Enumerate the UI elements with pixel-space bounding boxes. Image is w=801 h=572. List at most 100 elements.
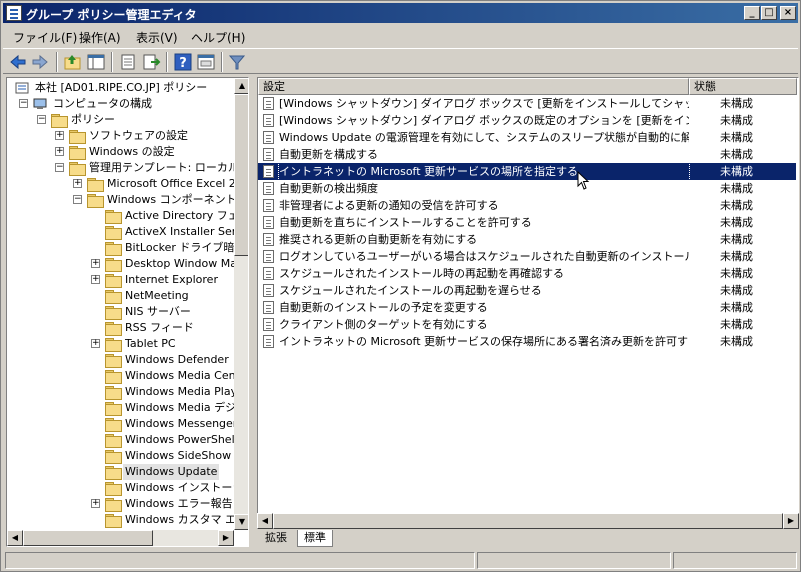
collapse-icon[interactable]: − xyxy=(73,195,82,204)
expand-icon[interactable]: + xyxy=(91,499,100,508)
list-horizontal-scrollbar[interactable]: ◀ ▶ xyxy=(257,513,799,529)
expand-icon[interactable]: + xyxy=(55,147,64,156)
tree-item[interactable]: NIS サーバー xyxy=(7,304,234,320)
tree-vertical-scrollbar[interactable]: ▲ ▼ xyxy=(234,78,248,530)
table-row[interactable]: スケジュールされたインストールの再起動を遅らせる 未構成 xyxy=(258,282,796,299)
table-row[interactable]: イントラネットの Microsoft 更新サービスの場所を指定する 未構成 xyxy=(258,162,796,181)
collapse-icon[interactable]: − xyxy=(19,99,28,108)
expand-icon[interactable]: + xyxy=(91,259,100,268)
tree-item[interactable]: Windows Messenger xyxy=(7,416,234,432)
expand-icon[interactable]: + xyxy=(91,275,100,284)
scroll-right-icon[interactable]: ▶ xyxy=(218,530,234,546)
table-row[interactable]: [Windows シャットダウン] ダイアログ ボックスで [更新をインストール… xyxy=(258,95,796,112)
scroll-up-icon[interactable]: ▲ xyxy=(234,78,248,94)
tree-view[interactable]: 本社 [AD01.RIPE.CO.JP] ポリシー − コンピュータの構成 − ポリシー… xyxy=(7,78,234,530)
tree-item[interactable]: − Windows コンポーネント xyxy=(7,192,234,208)
menu-file[interactable]: ファイル(F) xyxy=(13,29,77,46)
tree-item[interactable]: + ソフトウェアの設定 xyxy=(7,128,234,144)
setting-document-icon xyxy=(263,216,274,229)
filter-icon[interactable] xyxy=(227,52,247,72)
tree-item[interactable]: + Windows の設定 xyxy=(7,144,234,160)
tree-item[interactable]: Windows SideShow xyxy=(7,448,234,464)
tree-horizontal-scrollbar[interactable]: ◀ ▶ xyxy=(7,530,234,546)
tree-item[interactable]: + Tablet PC xyxy=(7,336,234,352)
tree-item[interactable]: 本社 [AD01.RIPE.CO.JP] ポリシー xyxy=(7,80,234,96)
tree-item[interactable]: − 管理用テンプレート: ローカル コ xyxy=(7,160,234,176)
settings-list-pane[interactable]: 設定 状態 [Windows シャットダウン] ダイアログ ボックスで [更新を… xyxy=(257,77,799,529)
menu-help[interactable]: ヘルプ(H) xyxy=(191,29,245,46)
table-row[interactable]: 推奨される更新の自動更新を有効にする 未構成 xyxy=(258,231,796,248)
column-header-setting[interactable]: 設定 xyxy=(258,78,689,95)
show-tree-icon[interactable] xyxy=(86,52,106,72)
scroll-thumb[interactable] xyxy=(273,513,783,529)
console-icon[interactable] xyxy=(196,52,216,72)
expand-icon[interactable]: + xyxy=(73,179,82,188)
help-icon[interactable]: ? xyxy=(173,52,193,72)
tree-item[interactable]: Windows インストーラ xyxy=(7,480,234,496)
table-row[interactable]: [Windows シャットダウン] ダイアログ ボックスの既定のオプションを [… xyxy=(258,112,796,129)
tree-item[interactable]: − ポリシー xyxy=(7,112,234,128)
expand-icon[interactable]: + xyxy=(91,339,100,348)
tree-pane[interactable]: 本社 [AD01.RIPE.CO.JP] ポリシー − コンピュータの構成 − ポリシー… xyxy=(6,77,249,547)
tree-item[interactable]: − コンピュータの構成 xyxy=(7,96,234,112)
scroll-thumb[interactable] xyxy=(23,530,153,546)
table-row[interactable]: 自動更新を直ちにインストールすることを許可する 未構成 xyxy=(258,214,796,231)
setting-state: 未構成 xyxy=(720,284,753,297)
tree-item[interactable]: Windows Media Playe xyxy=(7,384,234,400)
tree-item[interactable]: Windows PowerShell xyxy=(7,432,234,448)
tree-item[interactable]: + Windows エラー報告 xyxy=(7,496,234,512)
table-row[interactable]: イントラネットの Microsoft 更新サービスの保存場所にある署名済み更新を… xyxy=(258,333,796,350)
toolbar-separator xyxy=(221,52,223,72)
menu-view[interactable]: 表示(V) xyxy=(136,29,178,46)
up-folder-icon[interactable] xyxy=(63,52,83,72)
table-row[interactable]: 自動更新のインストールの予定を変更する 未構成 xyxy=(258,299,796,316)
tab-extended[interactable]: 拡張 xyxy=(259,530,293,547)
tab-standard[interactable]: 標準 xyxy=(297,530,333,547)
forward-arrow-icon[interactable] xyxy=(30,52,50,72)
table-row[interactable]: クライアント側のターゲットを有効にする 未構成 xyxy=(258,316,796,333)
scroll-down-icon[interactable]: ▼ xyxy=(234,514,248,530)
tree-item[interactable]: NetMeeting xyxy=(7,288,234,304)
minimize-button[interactable]: _ xyxy=(744,6,760,20)
setting-document-icon xyxy=(263,267,274,280)
tree-item[interactable]: Active Directory フェテ xyxy=(7,208,234,224)
table-row[interactable]: 自動更新を構成する 未構成 xyxy=(258,146,796,163)
table-row[interactable]: 自動更新の検出頻度 未構成 xyxy=(258,180,796,197)
menu-action[interactable]: 操作(A) xyxy=(79,29,121,46)
folder-icon xyxy=(105,402,122,416)
table-row[interactable]: 非管理者による更新の通知の受信を許可する 未構成 xyxy=(258,197,796,214)
tree-item[interactable]: + Internet Explorer xyxy=(7,272,234,288)
back-arrow-icon[interactable] xyxy=(8,52,28,72)
title-bar[interactable]: グループ ポリシー管理エディタ _ □ × xyxy=(3,3,798,23)
scroll-right-icon[interactable]: ▶ xyxy=(783,513,799,529)
maximize-button[interactable]: □ xyxy=(761,6,777,20)
tree-item[interactable]: + Desktop Window Man xyxy=(7,256,234,272)
folder-icon xyxy=(105,274,122,288)
tree-item[interactable]: Windows カスタマ エク xyxy=(7,512,234,528)
svg-text:?: ? xyxy=(179,56,187,71)
tree-item[interactable]: RSS フィード xyxy=(7,320,234,336)
column-header-state[interactable]: 状態 xyxy=(689,78,797,95)
tree-item[interactable]: ActiveX Installer Serv xyxy=(7,224,234,240)
properties-icon[interactable] xyxy=(118,52,138,72)
close-button[interactable]: × xyxy=(780,6,796,20)
expand-icon[interactable]: + xyxy=(55,131,64,140)
collapse-icon[interactable]: − xyxy=(37,115,46,124)
setting-name: スケジュールされたインストール時の再起動を再確認する xyxy=(279,267,565,280)
scroll-left-icon[interactable]: ◀ xyxy=(257,513,273,529)
export-list-icon[interactable] xyxy=(141,52,161,72)
tree-item[interactable]: + Microsoft Office Excel 20 xyxy=(7,176,234,192)
scroll-left-icon[interactable]: ◀ xyxy=(7,530,23,546)
setting-name: 自動更新を構成する xyxy=(279,148,378,161)
scroll-thumb[interactable] xyxy=(234,94,248,256)
table-row[interactable]: Windows Update の電源管理を有効にして、システムのスリープ状態が自… xyxy=(258,129,796,146)
tree-item-label: NetMeeting xyxy=(125,289,189,302)
table-row[interactable]: スケジュールされたインストール時の再起動を再確認する 未構成 xyxy=(258,265,796,282)
tree-item[interactable]: Windows Media デジタ xyxy=(7,400,234,416)
collapse-icon[interactable]: − xyxy=(55,163,64,172)
tree-item[interactable]: BitLocker ドライブ暗号 xyxy=(7,240,234,256)
tree-item[interactable]: Windows Update xyxy=(7,464,234,480)
table-row[interactable]: ログオンしているユーザーがいる場合はスケジュールされた自動更新のインストールに対… xyxy=(258,248,796,265)
tree-item[interactable]: Windows Defender xyxy=(7,352,234,368)
tree-item[interactable]: Windows Media Cente xyxy=(7,368,234,384)
